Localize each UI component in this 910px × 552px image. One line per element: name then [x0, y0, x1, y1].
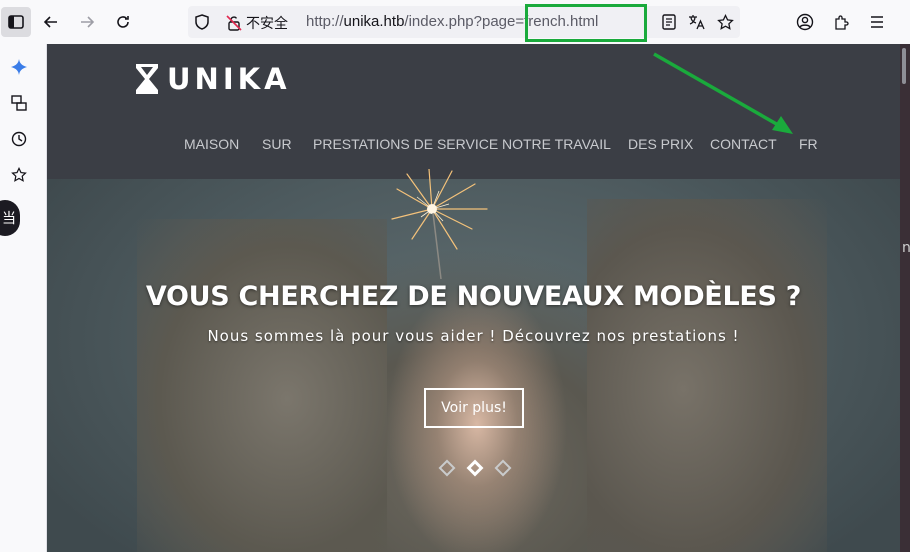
site-logo[interactable]: UNIKA	[135, 62, 291, 96]
security-label: 不安全	[246, 16, 288, 32]
reader-view-icon[interactable]	[654, 7, 684, 37]
forward-arrow-icon[interactable]	[72, 7, 102, 37]
slide-dot-2[interactable]	[466, 459, 484, 477]
web-page: UNIKA MAISON SUR PRESTATIONS DE SERVICE …	[47, 44, 900, 552]
nav-item-language-fr[interactable]: FR	[799, 136, 818, 152]
broken-lock-icon	[226, 15, 242, 31]
nav-item-sur[interactable]: SUR	[262, 136, 292, 152]
sidebar-toggle-icon[interactable]	[1, 7, 31, 37]
site-header: UNIKA MAISON SUR PRESTATIONS DE SERVICE …	[47, 44, 900, 179]
sidebar-round-label: 当	[2, 211, 16, 227]
voir-plus-button[interactable]: Voir plus!	[424, 388, 524, 428]
bookmarks-star-icon[interactable]	[8, 164, 30, 186]
nav-item-notre-travail[interactable]: NOTRE TRAVAIL	[502, 136, 611, 152]
insecure-indicator[interactable]: 不安全	[226, 12, 288, 34]
slide-dot-3[interactable]	[494, 459, 512, 477]
history-icon[interactable]	[8, 128, 30, 150]
menu-hamburger-icon[interactable]	[862, 7, 892, 37]
annotation-highlight-box	[525, 4, 647, 42]
sync-tabs-icon[interactable]	[8, 92, 30, 114]
hero-image-sleeve-left	[137, 219, 387, 552]
extensions-icon[interactable]	[826, 7, 856, 37]
hero-subtitle: Nous sommes là pour vous aider ! Découvr…	[207, 327, 740, 345]
scrollbar-thumb[interactable]	[902, 48, 906, 84]
back-arrow-icon[interactable]	[36, 7, 66, 37]
tracking-shield-icon[interactable]	[194, 14, 210, 34]
main-nav: MAISON SUR PRESTATIONS DE SERVICE NOTRE …	[47, 136, 900, 156]
nav-item-maison[interactable]: MAISON	[184, 136, 239, 152]
page-scrollbar[interactable]	[900, 44, 910, 552]
hero-image-sleeve-right	[587, 199, 827, 552]
bookmark-star-icon[interactable]	[710, 7, 740, 37]
hero-slider: VOUS CHERCHEZ DE NOUVEAUX MODÈLES ? Nous…	[47, 169, 900, 552]
hero-title: VOUS CHERCHEZ DE NOUVEAUX MODÈLES ?	[145, 281, 802, 312]
slider-pagination	[437, 459, 517, 478]
nav-item-contact[interactable]: CONTACT	[710, 136, 777, 152]
logo-text: UNIKA	[167, 62, 291, 96]
edge-letter: n	[902, 240, 910, 256]
reload-icon[interactable]	[108, 7, 138, 37]
sidebar-round-button[interactable]: 当	[0, 200, 20, 236]
slide-dot-1[interactable]	[438, 459, 456, 477]
sparkle-icon[interactable]	[8, 56, 30, 78]
nav-item-prestations[interactable]: PRESTATIONS DE SERVICE	[313, 136, 498, 152]
account-icon[interactable]	[790, 7, 820, 37]
nav-item-des-prix[interactable]: DES PRIX	[628, 136, 693, 152]
browser-toolbar: 不安全 http://unika.htb/index.php?page=fren…	[0, 0, 910, 44]
translate-icon[interactable]	[682, 7, 712, 37]
browser-sidebar: 当	[0, 44, 47, 552]
hourglass-logo-icon	[136, 64, 158, 94]
sparkler-image	[391, 169, 488, 279]
